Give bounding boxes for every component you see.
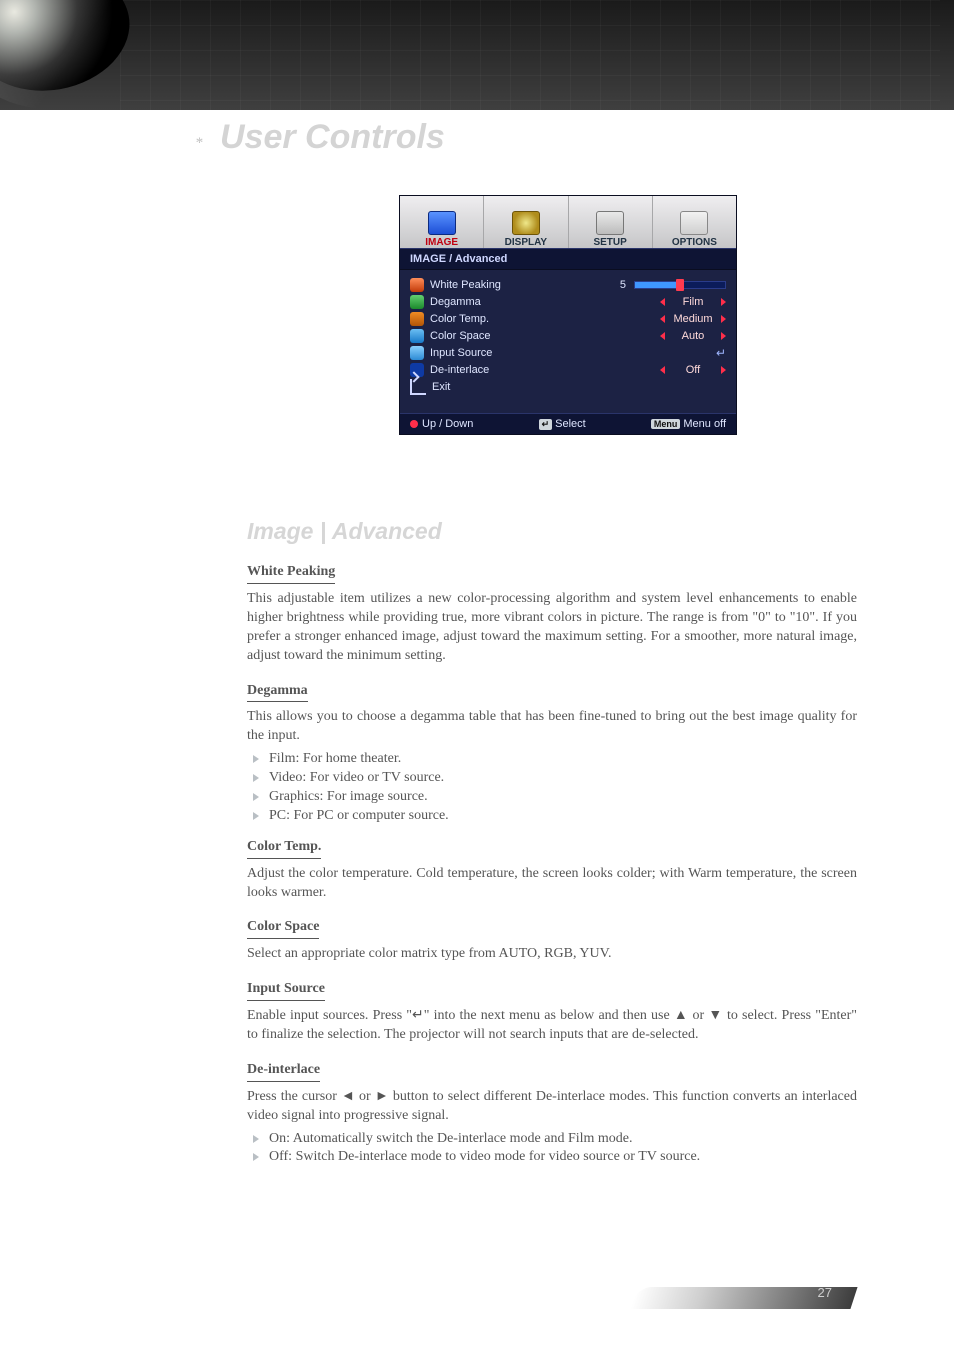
- row-label: Input Source: [430, 347, 546, 359]
- menu-key-icon: Menu: [651, 419, 681, 429]
- caret-right-icon[interactable]: [721, 332, 726, 340]
- row-label: De-interlace: [430, 364, 546, 376]
- footer-updown: Up / Down: [410, 418, 473, 430]
- row-label: White Peaking: [430, 279, 546, 291]
- bullet-deint-off: Off: Switch De-interlace mode to video m…: [247, 1148, 857, 1167]
- bullet-pc: PC: For PC or computer source.: [247, 807, 857, 826]
- osd-rows: White Peaking 5 Degamma Film Color Temp.…: [400, 270, 736, 413]
- caret-right-icon[interactable]: [721, 298, 726, 306]
- header-grid: [120, 0, 940, 110]
- setup-icon: [596, 211, 624, 235]
- row-white-peaking[interactable]: White Peaking 5: [400, 276, 736, 293]
- page-number: 27: [818, 1285, 832, 1300]
- degamma-value: Film: [669, 296, 717, 308]
- footer-select: ↵Select: [539, 418, 586, 430]
- row-color-temp[interactable]: Color Temp. Medium: [400, 310, 736, 327]
- tab-display[interactable]: DISPLAY: [484, 196, 568, 248]
- bullet-video: Video: For video or TV source.: [247, 769, 857, 788]
- display-icon: [512, 211, 540, 235]
- white-peaking-icon: [410, 278, 424, 292]
- caret-left-icon[interactable]: [660, 298, 665, 306]
- row-degamma[interactable]: Degamma Film: [400, 293, 736, 310]
- options-icon: [680, 211, 708, 235]
- row-label: Exit: [432, 381, 548, 393]
- footer-menuoff: MenuMenu off: [651, 418, 726, 430]
- section-title: User Controls: [220, 118, 445, 157]
- h-input-source: Input Source: [247, 980, 325, 1001]
- enter-key-icon: ↵: [539, 419, 553, 430]
- row-deinterlace[interactable]: De-interlace Off: [400, 361, 736, 378]
- degamma-icon: [410, 295, 424, 309]
- bullet-film: Film: For home theater.: [247, 750, 857, 769]
- white-peaking-value: 5: [620, 279, 626, 291]
- row-label: Degamma: [430, 296, 546, 308]
- color-temp-value: Medium: [669, 313, 717, 325]
- body-text: Image | Advanced White Peaking This adju…: [247, 510, 857, 1167]
- row-label: Color Temp.: [430, 313, 546, 325]
- caret-right-icon[interactable]: [721, 315, 726, 323]
- deinterlace-value: Off: [669, 364, 717, 376]
- caret-left-icon[interactable]: [660, 366, 665, 374]
- h-white-peaking: White Peaking: [247, 563, 335, 584]
- h-color-temp: Color Temp.: [247, 838, 321, 859]
- red-dot-icon: [410, 420, 418, 428]
- row-color-space[interactable]: Color Space Auto: [400, 327, 736, 344]
- color-space-icon: [410, 329, 424, 343]
- color-temp-icon: [410, 312, 424, 326]
- osd-breadcrumb: IMAGE / Advanced: [400, 248, 736, 270]
- slider[interactable]: [634, 281, 726, 289]
- bullet-deint-on: On: Automatically switch the De-interlac…: [247, 1130, 857, 1149]
- bullet-graphics: Graphics: For image source.: [247, 788, 857, 807]
- p-input-source: Enable input sources. Press "↵" into the…: [247, 1007, 857, 1045]
- color-space-value: Auto: [669, 330, 717, 342]
- tab-image[interactable]: IMAGE: [400, 196, 484, 248]
- row-input-source[interactable]: Input Source ↵: [400, 344, 736, 361]
- p-white-peaking: This adjustable item utilizes a new colo…: [247, 590, 857, 666]
- image-icon: [428, 211, 456, 235]
- osd-tabs: IMAGE DISPLAY SETUP OPTIONS: [400, 196, 736, 248]
- h-deinterlace: De-interlace: [247, 1061, 320, 1082]
- p-degamma-lead: This allows you to choose a degamma tabl…: [247, 708, 857, 746]
- h-color-space: Color Space: [247, 918, 319, 939]
- osd-footer: Up / Down ↵Select MenuMenu off: [400, 413, 736, 434]
- lens-decor: [0, 0, 139, 103]
- p-color-space: Select an appropriate color matrix type …: [247, 945, 857, 964]
- osd-menu: IMAGE DISPLAY SETUP OPTIONS IMAGE / Adva…: [399, 195, 737, 435]
- tab-options[interactable]: OPTIONS: [653, 196, 736, 248]
- row-exit[interactable]: Exit: [400, 378, 736, 395]
- caret-left-icon[interactable]: [660, 315, 665, 323]
- h-degamma: Degamma: [247, 682, 308, 703]
- caret-right-icon[interactable]: [721, 366, 726, 374]
- p-deinterlace-lead: Press the cursor ◄ or ► button to select…: [247, 1088, 857, 1126]
- row-label: Color Space: [430, 330, 546, 342]
- input-source-icon: [410, 346, 424, 360]
- p-color-temp: Adjust the color temperature. Cold tempe…: [247, 865, 857, 903]
- exit-icon: [410, 379, 426, 395]
- caret-left-icon[interactable]: [660, 332, 665, 340]
- tab-setup[interactable]: SETUP: [569, 196, 653, 248]
- enter-icon: ↵: [716, 346, 726, 360]
- section-marker: *: [195, 135, 203, 152]
- sub-heading: Image | Advanced: [247, 516, 857, 547]
